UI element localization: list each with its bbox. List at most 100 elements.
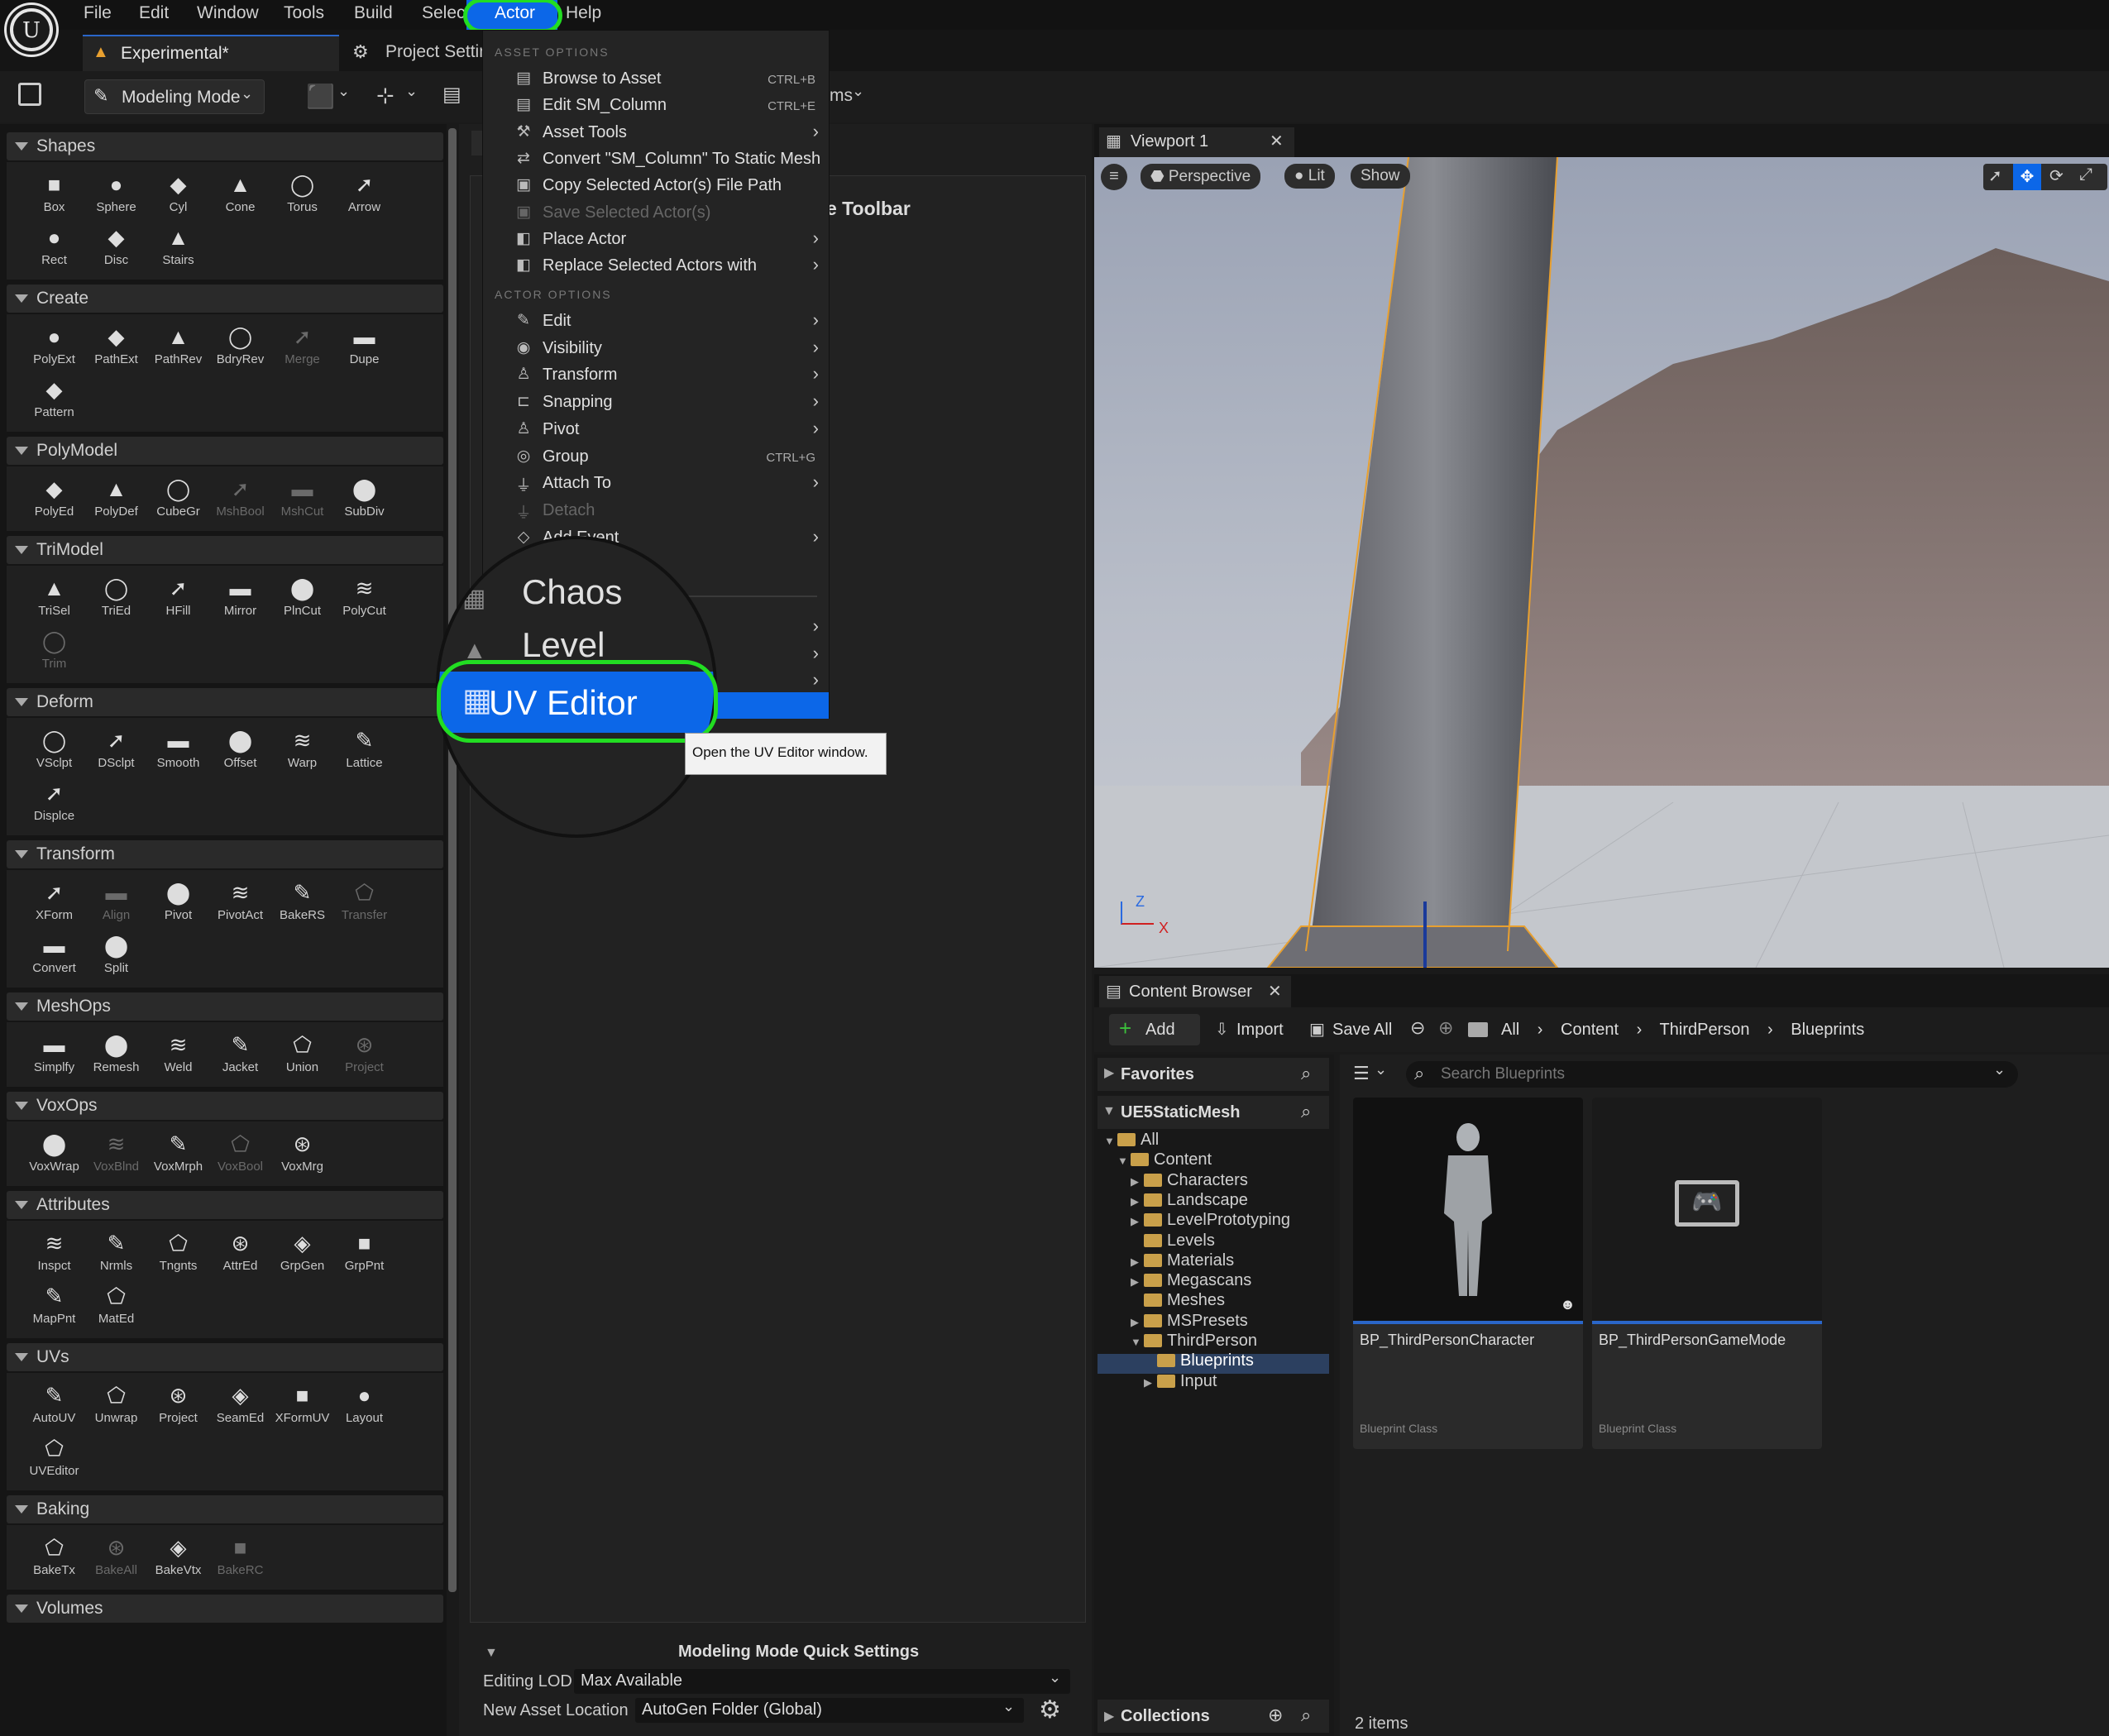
tool-hfill[interactable]: ➚ HFill xyxy=(147,576,209,618)
folder-mspresets[interactable]: ▶ MSPresets xyxy=(1131,1312,1248,1331)
tool-simplfy[interactable]: ▬ Simplfy xyxy=(23,1032,85,1074)
tool-mirror[interactable]: ▬ Mirror xyxy=(209,576,271,618)
category-header-shapes[interactable]: Shapes xyxy=(7,132,443,160)
breadcrumb-all[interactable]: All xyxy=(1501,1021,1519,1039)
tool-nrmls[interactable]: ✎ Nrmls xyxy=(85,1231,147,1273)
history-back-icon[interactable]: ⊖ xyxy=(1410,1017,1425,1039)
tool-offset[interactable]: ⬤ Offset xyxy=(209,728,271,770)
tool-project[interactable]: ⊛ Project xyxy=(147,1383,209,1425)
tool-uveditor[interactable]: ⬠ UVEditor xyxy=(23,1436,85,1478)
tool-mated[interactable]: ⬠ MatEd xyxy=(85,1284,147,1326)
search-icon[interactable]: ⌕ xyxy=(1301,1063,1311,1084)
tool-remesh[interactable]: ⬤ Remesh xyxy=(85,1032,147,1074)
category-header-deform[interactable]: Deform xyxy=(7,688,443,716)
tool-weld[interactable]: ≋ Weld xyxy=(147,1032,209,1074)
save-icon[interactable] xyxy=(18,83,41,106)
rotate-icon[interactable]: ⟳ xyxy=(2049,165,2064,186)
tool-pivot[interactable]: ⬤ Pivot xyxy=(147,880,209,922)
tool-polyed[interactable]: ◆ PolyEd xyxy=(23,476,85,519)
tool-project[interactable]: ⊛ Project xyxy=(333,1032,395,1074)
tab-project-settings[interactable]: ⚙ Project Settings xyxy=(347,35,488,71)
tab-experimental[interactable]: ▲ Experimental* xyxy=(83,35,339,71)
tool-displce[interactable]: ➚ Displce xyxy=(23,781,85,823)
category-header-meshops[interactable]: MeshOps xyxy=(7,992,443,1021)
folder-thirdperson[interactable]: ▼ ThirdPerson xyxy=(1131,1332,1257,1351)
project-header[interactable]: ▼ UE5StaticMesh ⌕ xyxy=(1098,1096,1329,1129)
folder-materials[interactable]: ▶ Materials xyxy=(1131,1251,1234,1270)
chevron-down-icon[interactable]: ⌄ xyxy=(852,83,864,100)
tool-tried[interactable]: ◯ TriEd xyxy=(85,576,147,618)
tool-bakers[interactable]: ✎ BakeRS xyxy=(271,880,333,922)
folder-input[interactable]: ▶ Input xyxy=(1144,1372,1217,1391)
category-header-baking[interactable]: Baking xyxy=(7,1495,443,1523)
save-all-button[interactable]: Save All xyxy=(1332,1021,1392,1040)
editing-lod-dropdown[interactable]: Max Available ⌄ xyxy=(574,1669,1070,1694)
settings-gear-icon[interactable]: ⚙ xyxy=(1039,1695,1061,1724)
tool-unwrap[interactable]: ⬠ Unwrap xyxy=(85,1383,147,1425)
tool-mappnt[interactable]: ✎ MapPnt xyxy=(23,1284,85,1326)
menu-item-transform[interactable]: ♙ Transform › xyxy=(483,363,829,388)
scale-icon[interactable]: ⤢ xyxy=(2079,165,2092,184)
tool-vsclpt[interactable]: ◯ VSclpt xyxy=(23,728,85,770)
viewport-menu-icon[interactable]: ≡ xyxy=(1101,164,1127,190)
tool-polyext[interactable]: ● PolyExt xyxy=(23,324,85,366)
tool-merge[interactable]: ➚ Merge xyxy=(271,324,333,366)
mode-selector[interactable]: ✎ Modeling Mode ⌄ xyxy=(84,79,265,114)
tool-cone[interactable]: ▲ Cone xyxy=(209,172,271,214)
search-icon[interactable]: ⌕ xyxy=(1301,1705,1311,1726)
show-button[interactable]: Show xyxy=(1351,164,1410,189)
menu-item-snapping[interactable]: ⊏ Snapping › xyxy=(483,390,829,415)
tool-trim[interactable]: ◯ Trim xyxy=(23,629,85,671)
tool-voxbool[interactable]: ⬠ VoxBool xyxy=(209,1131,271,1174)
tool-pivotact[interactable]: ≋ PivotAct xyxy=(209,880,271,922)
search-icon[interactable]: ⌕ xyxy=(1301,1101,1311,1122)
tool-layout[interactable]: ● Layout xyxy=(333,1383,395,1425)
tool-mshcut[interactable]: ▬ MshCut xyxy=(271,476,333,519)
tool-torus[interactable]: ◯ Torus xyxy=(271,172,333,214)
close-icon[interactable]: ✕ xyxy=(1270,131,1284,151)
tool-attred[interactable]: ⊛ AttrEd xyxy=(209,1231,271,1273)
tool-subdiv[interactable]: ⬤ SubDiv xyxy=(333,476,395,519)
tool-arrow[interactable]: ➚ Arrow xyxy=(333,172,395,214)
folder-characters[interactable]: ▶ Characters xyxy=(1131,1171,1248,1190)
tool-jacket[interactable]: ✎ Jacket xyxy=(209,1032,271,1074)
folder-content[interactable]: ▼ Content xyxy=(1117,1150,1212,1169)
zoom-item-level[interactable]: Level xyxy=(522,625,605,665)
tool-align[interactable]: ▬ Align xyxy=(85,880,147,922)
tool-pattern[interactable]: ◆ Pattern xyxy=(23,377,85,419)
menu-item-replace-selected-actors-with[interactable]: ◧ Replace Selected Actors with › xyxy=(483,254,829,279)
menu-item-asset-tools[interactable]: ⚒ Asset Tools › xyxy=(483,121,829,146)
tool-voxmrph[interactable]: ✎ VoxMrph xyxy=(147,1131,209,1174)
menu-window[interactable]: Window xyxy=(197,3,259,23)
breadcrumb-content[interactable]: Content xyxy=(1561,1021,1619,1039)
add-collection-icon[interactable]: ⊕ xyxy=(1268,1705,1283,1726)
history-forward-icon[interactable]: ⊕ xyxy=(1438,1017,1453,1039)
menu-item-convert-sm-column-to-static-mesh[interactable]: ⇄ Convert "SM_Column" To Static Mesh xyxy=(483,147,829,172)
tool-warp[interactable]: ≋ Warp xyxy=(271,728,333,770)
favorites-header[interactable]: ▶ Favorites ⌕ xyxy=(1098,1058,1329,1091)
folder-megascans[interactable]: ▶ Megascans xyxy=(1131,1271,1251,1290)
tool-cubegr[interactable]: ◯ CubeGr xyxy=(147,476,209,519)
tool-plncut[interactable]: ⬤ PlnCut xyxy=(271,576,333,618)
tool-voxwrap[interactable]: ⬤ VoxWrap xyxy=(23,1131,85,1174)
tool-xformuv[interactable]: ■ XFormUV xyxy=(271,1383,333,1425)
add-button[interactable]: + Add xyxy=(1109,1014,1200,1045)
filter-icon[interactable]: ☰ xyxy=(1353,1063,1370,1084)
category-header-polymodel[interactable]: PolyModel xyxy=(7,437,443,465)
tool-pathext[interactable]: ◆ PathExt xyxy=(85,324,147,366)
collapse-icon[interactable]: ▼ xyxy=(485,1646,498,1661)
tool-inspct[interactable]: ≋ Inspct xyxy=(23,1231,85,1273)
menu-tools[interactable]: Tools xyxy=(284,3,324,23)
category-header-create[interactable]: Create xyxy=(7,285,443,313)
tool-mshbool[interactable]: ➚ MshBool xyxy=(209,476,271,519)
category-header-transform[interactable]: Transform xyxy=(7,840,443,868)
tool-convert[interactable]: ▬ Convert xyxy=(23,933,85,975)
tool-xform[interactable]: ➚ XForm xyxy=(23,880,85,922)
folder-meshes[interactable]: Meshes xyxy=(1131,1291,1225,1310)
tab-content-browser[interactable]: ▤ Content Browser ✕ xyxy=(1099,976,1291,1007)
select-icon[interactable]: ➚ xyxy=(1988,165,2002,186)
category-header-volumes[interactable]: Volumes xyxy=(7,1595,443,1623)
menu-item-edit[interactable]: ✎ Edit › xyxy=(483,309,829,334)
tool-bdryrev[interactable]: ◯ BdryRev xyxy=(209,324,271,366)
perspective-button[interactable]: ⬣ Perspective xyxy=(1141,164,1261,189)
